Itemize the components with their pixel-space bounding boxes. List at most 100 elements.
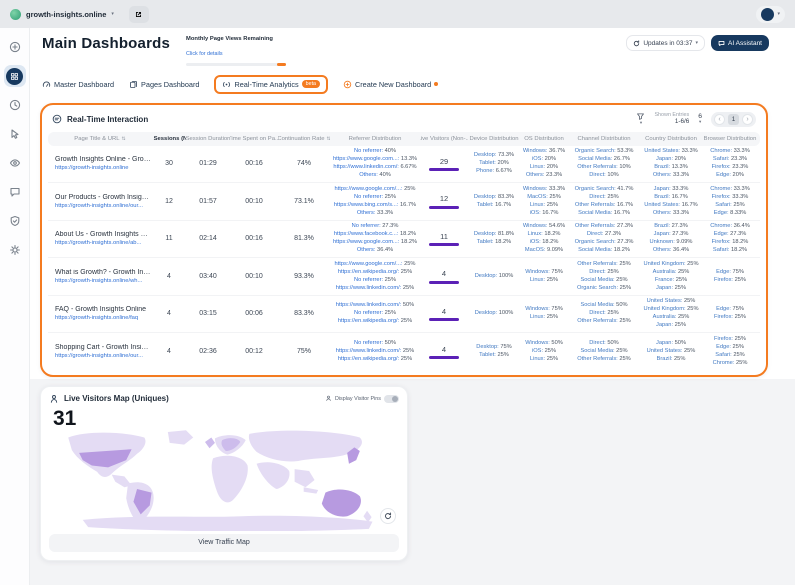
column-header[interactable]: Page Title & URL⇅ [48, 136, 152, 142]
country-distribution: United States: 25%United Kingdom: 25%Aus… [640, 298, 702, 330]
map-refresh-button[interactable] [380, 508, 396, 524]
notification-dot [434, 82, 438, 86]
live-visitors-cell: 11 [420, 232, 468, 247]
page-url-link[interactable]: https://growth-insights.online/wh... [55, 278, 152, 284]
ai-assistant-button[interactable]: AI Assistant [711, 35, 769, 51]
os-distribution: Windows: 54.6%Linux: 18.2%iOS: 18.2%MacO… [520, 223, 568, 255]
country-distribution: United Kingdom: 25%Australia: 25%France:… [640, 261, 702, 293]
sidebar-item-interactions[interactable] [4, 123, 26, 145]
app-window: growth-insights.online ▾ ▾ [0, 0, 795, 585]
referrer-distribution: No referrer: 40%https://www.google.com..… [330, 148, 420, 180]
column-header[interactable]: Ø Time Spent on Pa...⇅ [230, 136, 278, 142]
pointer-icon [9, 128, 21, 140]
external-link-icon [135, 11, 142, 18]
person-icon [325, 395, 332, 402]
dashboard-tabs: Master Dashboard Pages Dashboard Real-Ti… [30, 66, 795, 101]
page-title-text: FAQ - Growth Insights Online [55, 306, 152, 313]
referrer-distribution: https://www.google.com/...: 25%https://e… [330, 261, 420, 293]
page-url-link[interactable]: https://growth-insights.online/our... [55, 203, 152, 209]
visitors-bar [429, 356, 459, 359]
column-header[interactable]: Ø Session Duration⇅ [186, 136, 230, 142]
sidebar-item-history[interactable] [4, 94, 26, 116]
page-url-link[interactable]: https://growth-insights.online/our... [55, 353, 152, 359]
live-visitors-cell: 29 [420, 157, 468, 172]
session-duration-value: 01:29 [186, 160, 230, 167]
account-menu[interactable]: ▾ [756, 6, 785, 23]
sidebar-item-visitors[interactable] [4, 152, 26, 174]
next-page-button[interactable]: › [742, 114, 753, 125]
tab-create-new-dashboard[interactable]: Create New Dashboard [343, 80, 438, 89]
browser-distribution: Chrome: 36.4%Edge: 27.3%Firefox: 18.2%Sa… [702, 223, 758, 255]
chevron-down-icon[interactable]: ▾ [111, 11, 114, 17]
updates-dropdown[interactable]: Updates in 03:37 ▾ [626, 35, 705, 51]
plus-circle-icon [343, 80, 352, 89]
updates-label: Updates in 03:37 [643, 40, 692, 47]
column-header: OS Distribution [520, 136, 568, 142]
time-spent-value: 00:16 [230, 160, 278, 167]
live-visitors-map-card: Live Visitors Map (Uniques) Display Visi… [40, 386, 408, 561]
table-row[interactable]: Growth Insights Online - Growt...https:/… [48, 146, 760, 184]
tab-master-dashboard[interactable]: Master Dashboard [42, 80, 114, 89]
prev-page-button[interactable]: ‹ [714, 114, 725, 125]
column-header[interactable]: Live Sessions (N...∨ [152, 136, 186, 142]
device-distribution: Desktop: 83.3%Tablet: 16.7% [468, 194, 520, 209]
visitors-bar [429, 206, 459, 209]
column-header[interactable]: Continuation Rate⇅ [278, 136, 330, 142]
live-sessions-value: 4 [152, 348, 186, 355]
page-cell: About Us - Growth Insights Onli...https:… [48, 231, 152, 246]
page-url-link[interactable]: https://growth-insights.online [55, 165, 152, 171]
live-sessions-value: 4 [152, 273, 186, 280]
display-visitor-pins-toggle[interactable]: Display Visitor Pins [325, 395, 399, 403]
channel-distribution: Organic Search: 53.3%Social Media: 26.7%… [568, 148, 640, 180]
os-distribution: Windows: 75%Linux: 25% [520, 306, 568, 321]
sidebar-item-dashboards[interactable] [4, 65, 26, 87]
tab-pages-dashboard[interactable]: Pages Dashboard [129, 80, 199, 89]
sidebar-item-chat[interactable] [4, 181, 26, 203]
page-cell: What is Growth? - Growth Insig...https:/… [48, 269, 152, 284]
table-row[interactable]: What is Growth? - Growth Insig...https:/… [48, 258, 760, 296]
os-distribution: Windows: 36.7%iOS: 20%Linux: 20%Others: … [520, 148, 568, 180]
visitor-pin-icon [49, 394, 59, 404]
tab-realtime-analytics[interactable]: Real-Time Analytics beta [214, 75, 328, 94]
page-url-link[interactable]: https://growth-insights.online/ab... [55, 240, 152, 246]
ai-assistant-label: AI Assistant [728, 40, 762, 47]
table-row[interactable]: Our Products - Growth Insights ... https:… [48, 183, 760, 221]
visitors-count: 29 [440, 157, 448, 166]
site-name[interactable]: growth-insights.online [26, 10, 106, 19]
table-row[interactable]: FAQ - Growth Insights Online https://grow… [48, 296, 760, 334]
view-traffic-map-button[interactable]: View Traffic Map [49, 534, 399, 552]
dashboard-icon [6, 68, 23, 85]
page-title-text: Our Products - Growth Insights ... [55, 194, 152, 201]
filter-button[interactable]: ▾ [636, 112, 645, 126]
sidebar-item-security[interactable] [4, 210, 26, 232]
chevron-down-icon: ▾ [777, 11, 780, 17]
browser-distribution: Chrome: 33.3%Firefox: 33.3%Safari: 25%Ed… [702, 186, 758, 218]
sidebar-item-expand[interactable] [4, 36, 26, 58]
browser-distribution: Firefox: 25%Edge: 25%Safari: 25%Chrome: … [702, 336, 758, 368]
browser-distribution: Edge: 75%Firefox: 25% [702, 269, 758, 284]
sidebar-item-settings[interactable] [4, 239, 26, 261]
current-page: 1 [728, 114, 739, 125]
session-duration-value: 01:57 [186, 198, 230, 205]
avatar [761, 8, 774, 21]
live-sessions-value: 12 [152, 198, 186, 205]
quota-widget[interactable]: Monthly Page Views Remaining Click for d… [186, 36, 286, 66]
visitors-bar [429, 281, 459, 284]
time-spent-value: 00:16 [230, 235, 278, 242]
map-title: Live Visitors Map (Uniques) [64, 394, 169, 403]
channel-distribution: Other Referrals: 25%Direct: 25%Social Me… [568, 261, 640, 293]
live-sessions-value: 4 [152, 310, 186, 317]
page-url-link[interactable]: https://growth-insights.online/faq [55, 315, 152, 321]
card-title: Real-Time Interaction [67, 115, 148, 124]
refresh-icon [633, 40, 640, 47]
quota-details-link[interactable]: Click for details [186, 51, 223, 57]
page-size-select[interactable]: 6 ▾ [698, 113, 702, 125]
table-row[interactable]: About Us - Growth Insights Onli...https:… [48, 221, 760, 259]
quota-label: Monthly Page Views Remaining [186, 36, 286, 42]
chat-icon [9, 186, 21, 198]
quota-progress-bar [186, 63, 286, 66]
channel-distribution: Social Media: 50%Direct: 25%Other Referr… [568, 302, 640, 325]
table-row[interactable]: Shopping Cart - Growth Insight...https:/… [48, 333, 760, 371]
open-site-button[interactable] [129, 6, 149, 23]
referrer-distribution: https://www.google.com/...: 25%No referr… [330, 186, 420, 218]
